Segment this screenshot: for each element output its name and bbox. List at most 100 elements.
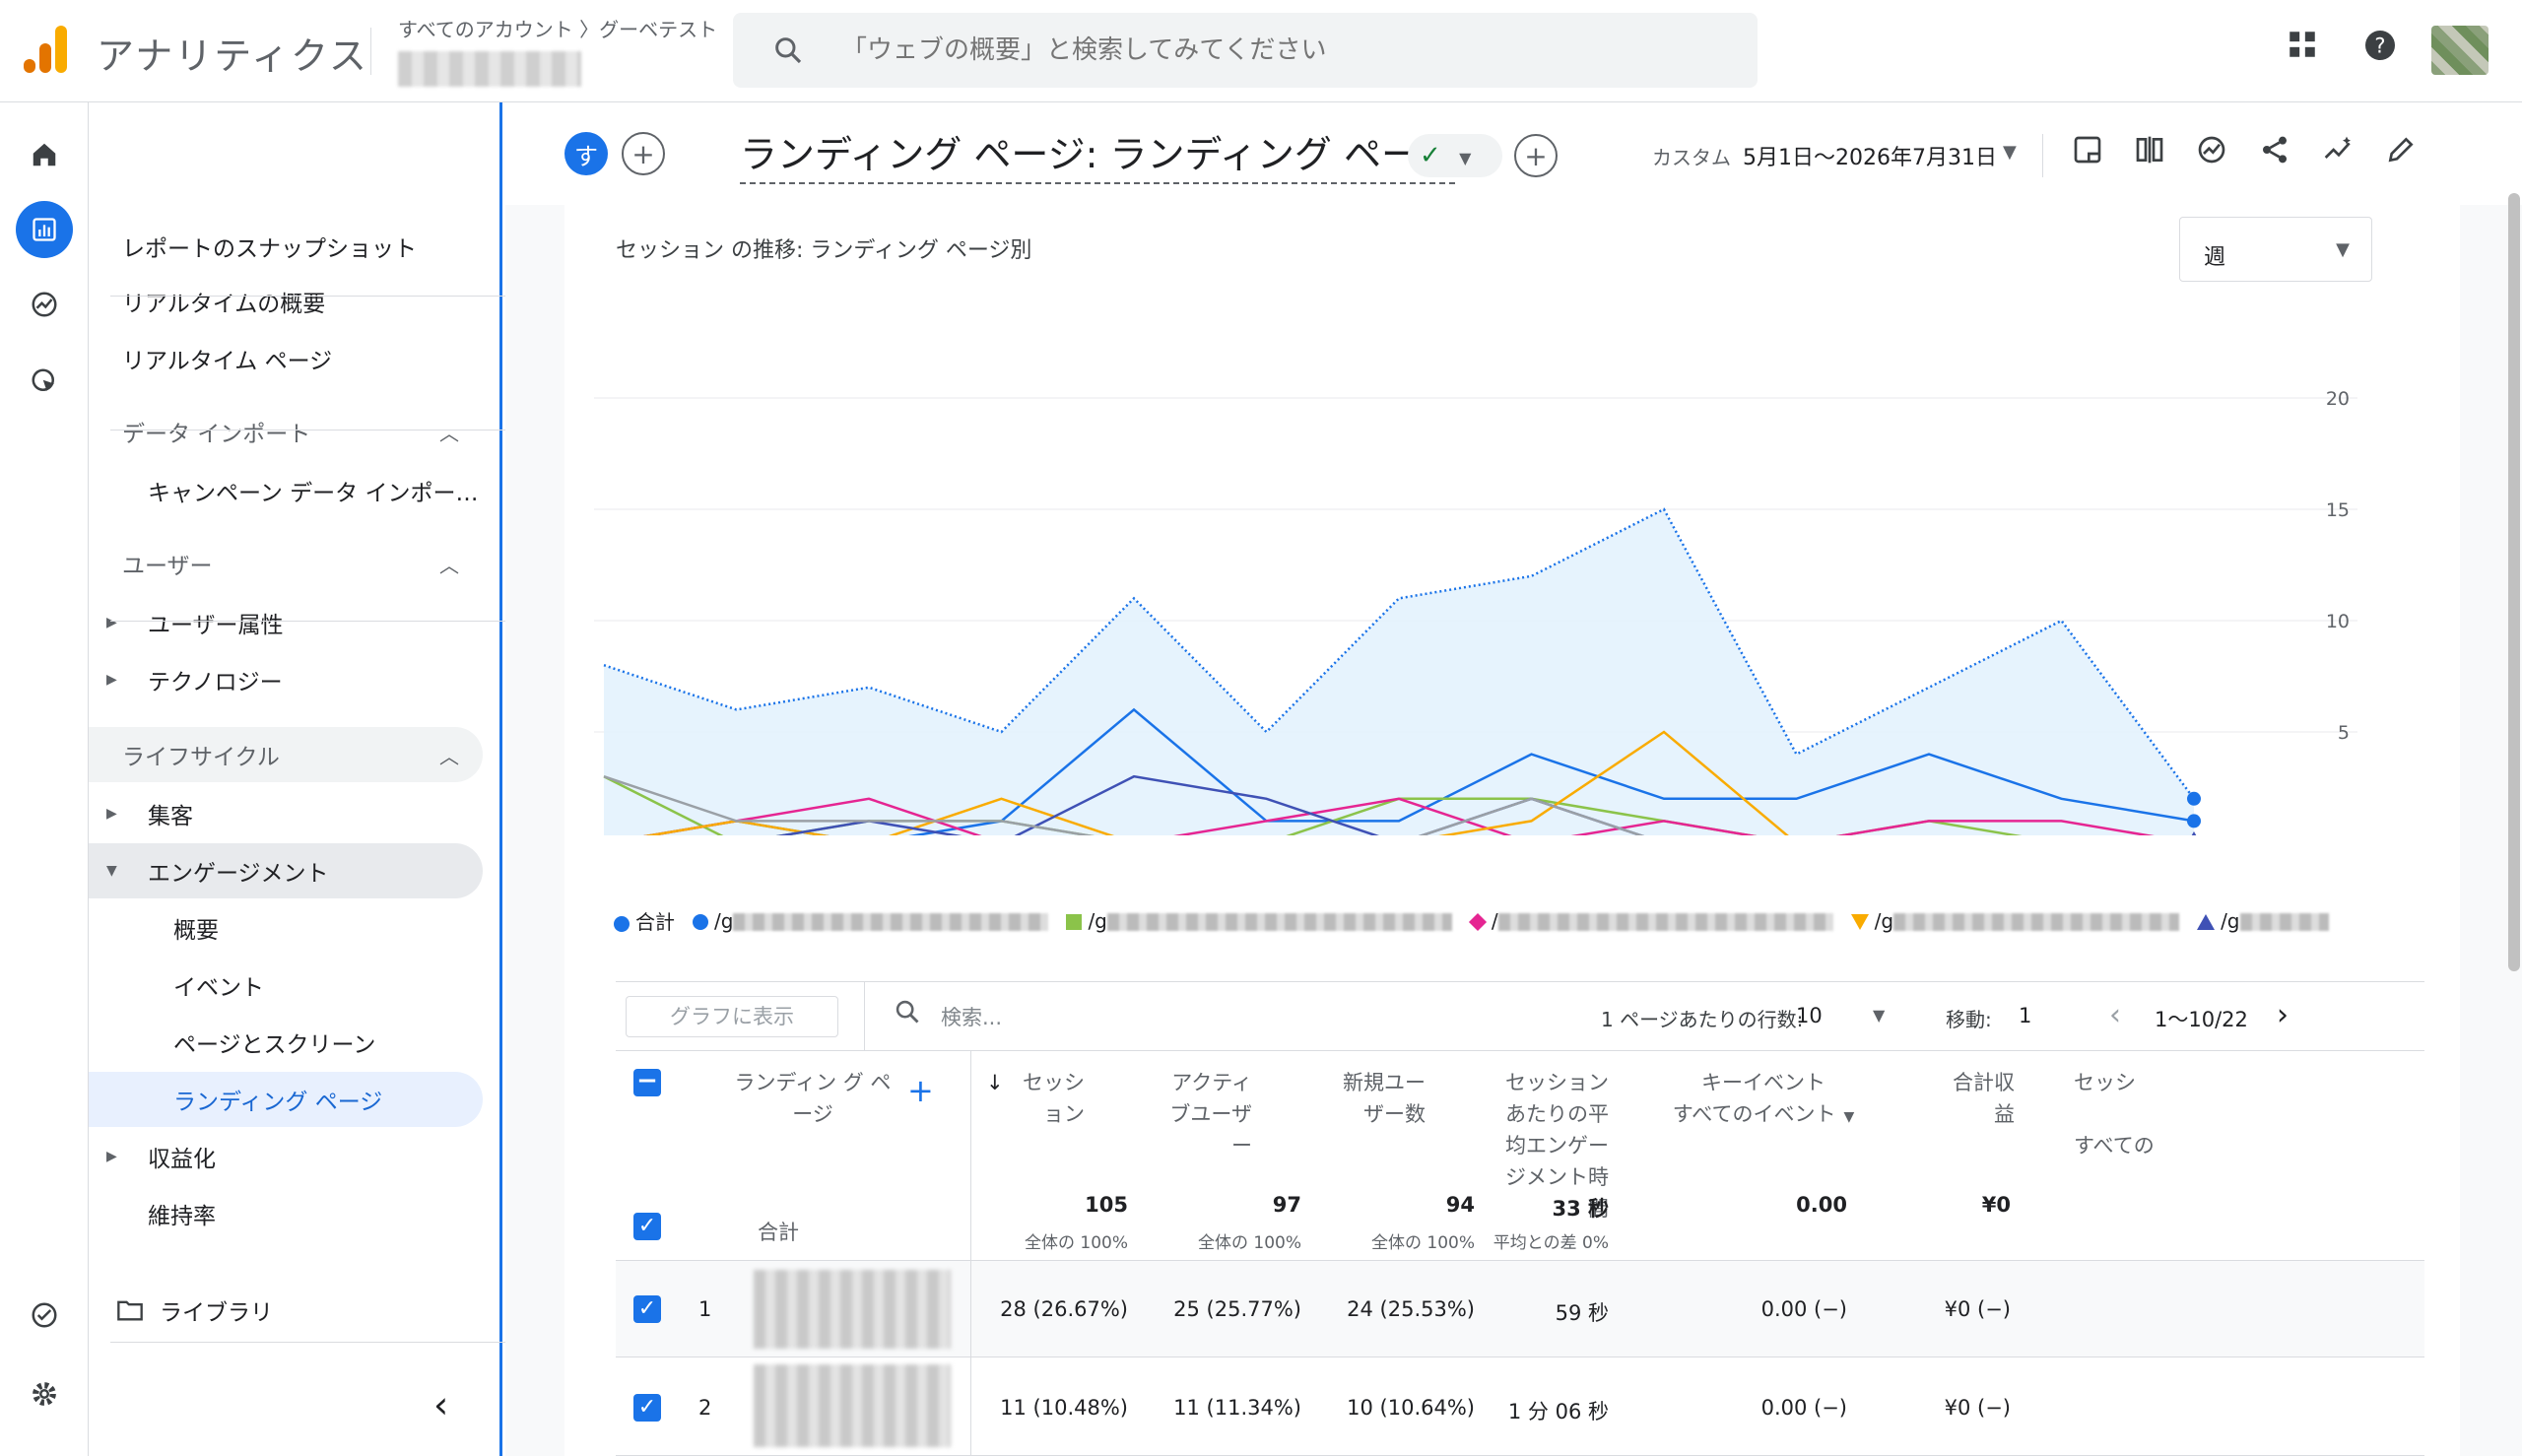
table-search-input[interactable]: 検索... [941,1002,1002,1031]
nav-monetization[interactable]: ▶ 収益化 [89,1129,483,1184]
row-index: 1 [698,1297,712,1321]
avatar[interactable] [2431,26,2489,75]
search-bar[interactable] [733,13,1758,88]
help-icon[interactable]: ? [2362,28,2398,72]
select-all-checkbox[interactable]: − [633,1068,661,1096]
legend-item[interactable]: /g [693,909,1049,933]
apps-grid-icon[interactable] [2286,28,2319,70]
nav-events[interactable]: イベント [89,958,483,1013]
nav-landing-page[interactable]: ランディング ページ [89,1072,483,1127]
square-marker-icon [1066,914,1083,930]
total-avg-engagement-diff: 平均との差 0% [1493,1233,1609,1253]
nav-label: エンゲージメント [148,861,329,887]
column-header-sessions[interactable]: ↓ セッション [986,1067,1085,1130]
row-checkbox[interactable]: ✓ [633,1394,661,1422]
next-page-chevron-right-icon[interactable]: › [2277,998,2289,1032]
configure-check-icon[interactable] [16,1287,73,1344]
legend-item[interactable]: 合計 [614,906,675,935]
prev-page-chevron-left-icon[interactable]: ‹ [2109,998,2121,1032]
goto-input[interactable]: 1 [2019,1004,2031,1027]
caret-down-icon: ▼ [1459,149,1472,167]
search-icon [894,998,921,1032]
nav-user-attributes[interactable]: ▶ ユーザー属性 [89,595,483,650]
advertising-icon[interactable] [16,353,73,410]
search-icon [772,34,804,74]
nav-snapshot[interactable]: レポートのスナップショット [89,219,483,274]
add-filter-button[interactable]: + [1514,134,1558,177]
customize-report-icon[interactable] [2072,134,2103,173]
row-new-users: 24 (25.53%) [1347,1297,1475,1321]
edit-pencil-icon[interactable] [2385,134,2417,173]
nav-campaign-import[interactable]: キャンペーン データ インポー… [89,463,483,518]
nav-engagement-overview[interactable]: 概要 [89,900,483,956]
account-breadcrumb[interactable]: すべてのアカウント 〉グーベテスト [398,14,717,42]
status-check-dropdown[interactable]: ✓ ▼ [1408,134,1502,177]
caret-down-icon[interactable]: ▼ [1873,1006,1885,1025]
dimension-header[interactable]: ランディン グ ページ [734,1067,892,1130]
row-landing-page-redacted[interactable] [754,1270,951,1349]
insights-icon[interactable] [2196,134,2227,173]
nav-pages-screens[interactable]: ページとスクリーン [89,1015,483,1070]
nav-realtime-overview[interactable]: リアルタイムの概要 [89,274,483,329]
date-range[interactable]: 5月1日〜2026年7月31日 [1743,140,1997,171]
nav-retention[interactable]: 維持率 [89,1186,483,1241]
column-header-revenue[interactable]: 合計収益 [1936,1067,2015,1130]
report-card: セッション の推移: ランディング ページ別 週 ▼ 05101520035月1… [564,205,2460,1456]
nav-section-data-import[interactable]: データ インポート ︿ [89,404,483,459]
column-header-active-users[interactable]: アクティブユーザー [1158,1067,1252,1161]
plot-rows-button[interactable]: グラフに表示 [626,996,838,1037]
y-tick-label: 0 [2338,833,2350,835]
row-landing-page-redacted[interactable] [754,1364,951,1447]
sort-arrow-down-icon: ↓ [986,1071,1004,1094]
settings-gear-icon[interactable] [16,1365,73,1423]
home-icon[interactable] [16,126,73,183]
nav-engagement[interactable]: ▼ エンゲージメント [89,843,483,898]
nav-library[interactable]: ライブラリ [89,1283,483,1338]
nav-section-lifecycle[interactable]: ライフサイクル ︿ [89,727,483,782]
chevron-up-icon: ︿ [439,553,459,577]
row-active-users: 11 (11.34%) [1173,1396,1301,1420]
reports-icon[interactable] [16,201,73,258]
row-checkbox[interactable]: ✓ [633,1295,661,1323]
total-revenue: ¥0 [1981,1193,2011,1217]
nav-acquisition[interactable]: ▶ 集客 [89,786,483,841]
scrollbar[interactable] [2508,193,2520,971]
column-header-new-users[interactable]: 新規ユーザー数 [1331,1067,1426,1130]
column-header-sessions-cut[interactable]: セッシ すべての [2074,1067,2162,1161]
caret-down-icon: ▼ [1843,1109,1855,1125]
check-circle-icon: ✓ [1420,141,1441,170]
nav-realtime-pages[interactable]: リアルタイム ページ [89,331,483,386]
share-icon[interactable] [2259,134,2290,173]
left-rail [0,102,89,1456]
add-comparison-button[interactable]: + [622,132,665,175]
legend-label: /g [1088,908,1107,933]
search-input[interactable] [841,29,1728,72]
row-new-users: 10 (10.64%) [1347,1396,1475,1420]
page-range: 1〜10/22 [2155,1008,2248,1031]
main-content: す + ランディング ページ: ランディング ページ ✓ ▼ + カスタム 5月… [505,102,2522,1456]
total-key-events: 0.00 [1796,1193,1847,1217]
nav-section-user[interactable]: ユーザー ︿ [89,536,483,591]
comparison-chip[interactable]: す [564,132,608,175]
legend-item[interactable]: / [1468,909,1833,933]
collapse-nav-chevron-left-icon[interactable]: ‹ [433,1383,448,1426]
total-checkbox[interactable]: ✓ [633,1213,661,1240]
triangle-down-marker-icon [1850,914,1869,930]
caret-down-icon[interactable]: ▼ [2003,142,2017,163]
legend-item[interactable]: /g [2197,909,2329,933]
nav-technology[interactable]: ▶ テクノロジー [89,652,483,707]
rows-per-page-select[interactable]: 10 [1796,1004,1823,1027]
date-range-type[interactable]: カスタム [1652,142,1731,170]
column-header-key-events[interactable]: キーイベント すべてのイベント ▼ [1660,1067,1867,1133]
trend-sparkle-icon[interactable] [2322,134,2356,173]
compare-columns-icon[interactable] [2133,134,2166,173]
row-avg-engagement: 59 秒 [1555,1301,1609,1325]
page-title[interactable]: ランディング ページ: ランディング ページ [740,124,1456,184]
legend-item[interactable]: /g [1850,909,2180,933]
property-name-redacted[interactable] [398,51,581,87]
legend-item[interactable]: /g [1066,908,1452,933]
legend-label-redacted [1106,913,1452,931]
add-dimension-plus-icon[interactable]: + [907,1075,934,1106]
explore-icon[interactable] [16,276,73,333]
analytics-logo-icon[interactable] [24,26,67,75]
